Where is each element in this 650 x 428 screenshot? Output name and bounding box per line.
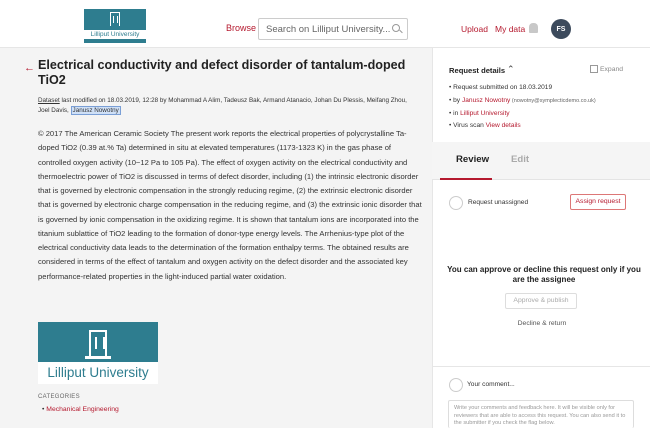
dataset-description: © 2017 The American Ceramic Society The … (38, 129, 422, 281)
approve-message: You can approve or decline this request … (447, 265, 641, 284)
dataset-meta: Dataset last modified on 18.03.2019, 12:… (38, 96, 418, 116)
building-icon (85, 330, 111, 359)
logo-text: Lilliput University (84, 30, 146, 39)
expand-icon[interactable] (590, 65, 598, 73)
by-prefix: by (453, 97, 462, 104)
page-title: Electrical conductivity and defect disor… (38, 58, 406, 87)
avatar[interactable]: FS (551, 19, 571, 39)
request-submitted: Request submitted on 18.03.2019 (449, 84, 552, 91)
tab-review[interactable]: Review (456, 154, 489, 165)
virus-prefix: Virus scan (453, 122, 486, 129)
assignee-avatar-icon (449, 196, 463, 210)
virus-details-link[interactable]: View details (486, 122, 521, 129)
request-by: by Janusz Nowotny (nowotny@symplecticdem… (449, 97, 596, 104)
expand-button[interactable]: Expand (600, 66, 623, 73)
categories-label: CATEGORIES (38, 394, 80, 400)
divider (432, 366, 650, 367)
category-link[interactable]: Mechanical Engineering (42, 406, 119, 413)
my-data-link[interactable]: My data (495, 24, 525, 34)
dataset-link[interactable]: Dataset (38, 97, 60, 104)
bell-icon[interactable] (529, 23, 538, 33)
virus-scan: Virus scan View details (449, 122, 521, 129)
review-panel (432, 48, 650, 428)
highlighted-author[interactable]: Janusz Nowotny (70, 106, 121, 115)
comment-textarea[interactable]: Write your comments and feedback here. I… (448, 400, 634, 428)
search-placeholder: Search on Lilliput University... (266, 24, 391, 35)
search-icon[interactable] (392, 24, 400, 32)
chevron-up-icon[interactable]: ⌃ (507, 64, 515, 75)
active-tab-indicator (440, 178, 492, 180)
request-details-title[interactable]: Request details (449, 66, 505, 75)
back-arrow-icon[interactable]: ← (24, 62, 35, 74)
org-link[interactable]: Lilliput University (460, 110, 509, 117)
commenter-avatar-icon (449, 378, 463, 392)
browse-link[interactable]: Browse (226, 23, 256, 33)
submitter-link[interactable]: Janusz Nowotny (462, 97, 510, 104)
tab-edit[interactable]: Edit (511, 154, 529, 165)
upload-link[interactable]: Upload (461, 24, 488, 34)
unassigned-status: Request unassigned (468, 199, 529, 206)
approve-publish-button[interactable]: Approve & publish (505, 293, 577, 309)
university-logo[interactable]: Lilliput University (84, 9, 146, 43)
logo-large-text: Lilliput University (38, 362, 158, 384)
assign-request-button[interactable]: Assign request (570, 194, 626, 210)
building-icon (110, 12, 120, 26)
comment-label: Your comment... (467, 381, 515, 388)
submitter-email: (nowotny@symplecticdemo.co.uk) (510, 98, 596, 104)
decline-return-button[interactable]: Decline & return (506, 320, 578, 327)
request-org: in Lilliput University (449, 110, 509, 117)
search-input[interactable]: Search on Lilliput University... (258, 18, 408, 40)
top-bar: Lilliput University Browse Search on Lil… (0, 0, 650, 48)
